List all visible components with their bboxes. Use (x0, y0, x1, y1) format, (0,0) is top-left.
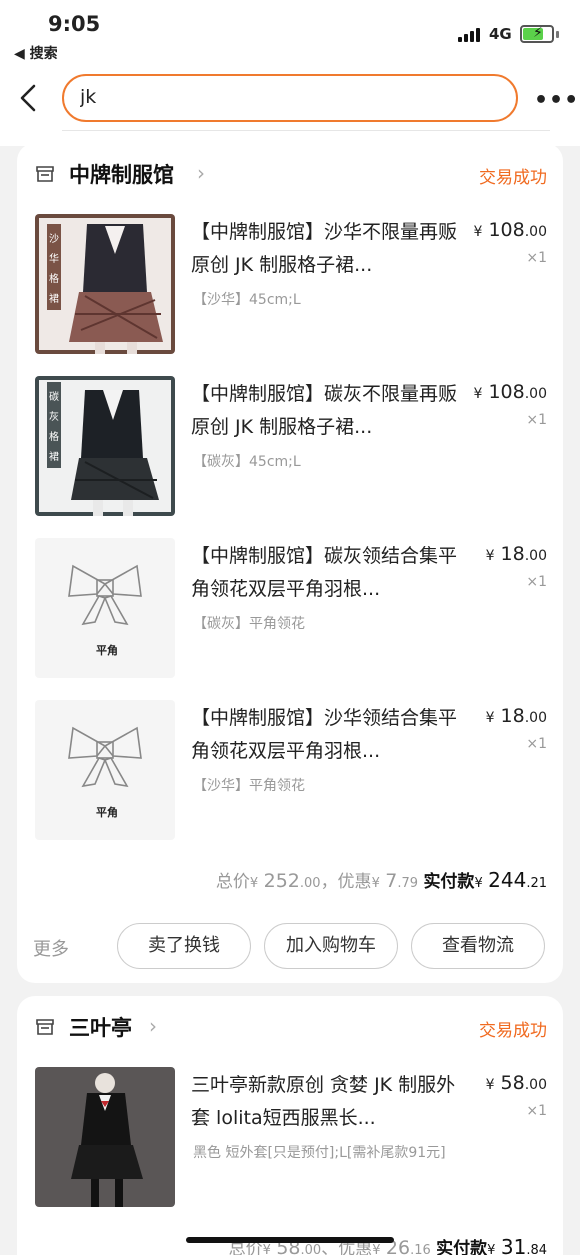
shop-name[interactable]: 三叶亭 (69, 1012, 132, 1042)
home-indicator[interactable] (186, 1237, 394, 1243)
thumb-label: 沙 (49, 233, 59, 245)
status-time: 9:05 (48, 12, 101, 36)
item-thumbnail[interactable]: 平角 (35, 700, 175, 840)
item-price: ¥ 108.00 (473, 219, 548, 241)
item-price: ¥ 18.00 (485, 705, 547, 727)
order-card[interactable]: 中牌制服馆 › 交易成功 沙 华 格 裙 【中牌制服馆】沙华不限量再贩原创 JK (17, 143, 563, 983)
signal-icon (458, 28, 484, 42)
item-price: ¥ 18.00 (485, 543, 547, 565)
thumb-label: 华 (49, 252, 59, 265)
item-quantity: ×1 (526, 736, 547, 752)
item-title[interactable]: 【中牌制服馆】碳灰不限量再贩原创 JK 制服格子裙... (191, 378, 459, 444)
thumb-label: 平角 (96, 805, 118, 819)
shop-name[interactable]: 中牌制服馆 (69, 159, 174, 189)
thumb-label: 裙 (49, 450, 59, 463)
item-quantity: ×1 (526, 412, 547, 428)
back-to-search-link[interactable]: ◀ 搜索 (14, 43, 58, 63)
order-actions: 更多 卖了换钱 加入购物车 查看物流 (17, 921, 563, 971)
shop-header[interactable]: 三叶亭 › 交易成功 (17, 996, 563, 1056)
item-thumbnail[interactable]: 平角 (35, 538, 175, 678)
item-price: ¥ 108.00 (473, 381, 548, 403)
order-summary: 总价¥ 252.00，优惠¥ 7.79 实付款¥ 244.21 (215, 868, 547, 892)
shop-icon (36, 166, 54, 182)
item-thumbnail[interactable] (35, 1067, 175, 1207)
thumb-label: 格 (49, 430, 59, 443)
order-item[interactable]: 碳 灰 格 裙 【中牌制服馆】碳灰不限量再贩原创 JK 制服格子裙... 【碳灰… (17, 376, 563, 516)
order-item[interactable]: 平角 【中牌制服馆】碳灰领结合集平角领花双层平角羽根... 【碳灰】平角领花 ¥… (17, 538, 563, 678)
nav-divider (62, 130, 550, 131)
item-sku: 【沙华】平角领花 (193, 778, 305, 794)
chevron-right-icon: › (197, 161, 205, 185)
item-sku: 黑色 短外套[只是预付];L[需补尾款91元] (193, 1145, 446, 1161)
search-navbar: ••• (0, 66, 580, 146)
item-title[interactable]: 三叶亭新款原创 贪婪 JK 制服外套 lolita短西服黑长... (191, 1069, 459, 1135)
back-button[interactable] (14, 80, 44, 116)
order-status: 交易成功 (479, 1021, 547, 1041)
shop-icon (36, 1019, 54, 1035)
thumb-label: 平角 (96, 643, 118, 657)
thumb-label: 碳 (49, 390, 59, 403)
thumb-label: 灰 (49, 410, 59, 423)
item-title[interactable]: 【中牌制服馆】碳灰领结合集平角领花双层平角羽根... (191, 540, 459, 606)
search-box[interactable] (62, 74, 518, 122)
search-input[interactable] (80, 86, 480, 108)
sell-button[interactable]: 卖了换钱 (117, 923, 251, 969)
thumb-label: 格 (49, 272, 59, 285)
thumb-label: 裙 (49, 292, 59, 305)
more-link[interactable]: 更多 (33, 935, 69, 961)
order-item[interactable]: 三叶亭新款原创 贪婪 JK 制服外套 lolita短西服黑长... 黑色 短外套… (17, 1067, 563, 1207)
add-to-cart-button[interactable]: 加入购物车 (264, 923, 398, 969)
order-card[interactable]: 三叶亭 › 交易成功 三叶亭新款原创 贪婪 JK 制服外套 lolita短西服黑… (17, 996, 563, 1255)
item-quantity: ×1 (526, 250, 547, 266)
battery-tip (556, 31, 559, 38)
network-type: 4G (489, 25, 512, 43)
item-title[interactable]: 【中牌制服馆】沙华领结合集平角领花双层平角羽根... (191, 702, 459, 768)
order-status: 交易成功 (479, 168, 547, 188)
item-thumbnail[interactable]: 碳 灰 格 裙 (35, 376, 175, 516)
battery-icon: ⚡ (520, 25, 554, 43)
item-price: ¥ 58.00 (485, 1072, 547, 1094)
item-thumbnail[interactable]: 沙 华 格 裙 (35, 214, 175, 354)
chevron-left-icon (20, 84, 36, 112)
item-title[interactable]: 【中牌制服馆】沙华不限量再贩原创 JK 制服格子裙... (191, 216, 459, 282)
status-bar: 9:05 ◀ 搜索 4G ⚡ (0, 0, 580, 66)
item-sku: 【沙华】45cm;L (193, 292, 301, 308)
order-item[interactable]: 平角 【中牌制服馆】沙华领结合集平角领花双层平角羽根... 【沙华】平角领花 ¥… (17, 700, 563, 840)
item-quantity: ×1 (526, 1103, 547, 1119)
view-logistics-button[interactable]: 查看物流 (411, 923, 545, 969)
item-sku: 【碳灰】45cm;L (193, 454, 301, 470)
more-dots-icon[interactable]: ••• (534, 88, 578, 113)
item-sku: 【碳灰】平角领花 (193, 616, 305, 632)
order-item[interactable]: 沙 华 格 裙 【中牌制服馆】沙华不限量再贩原创 JK 制服格子裙... 【沙华… (17, 214, 563, 354)
item-quantity: ×1 (526, 574, 547, 590)
shop-header[interactable]: 中牌制服馆 › 交易成功 (17, 143, 563, 203)
chevron-right-icon: › (149, 1014, 157, 1038)
